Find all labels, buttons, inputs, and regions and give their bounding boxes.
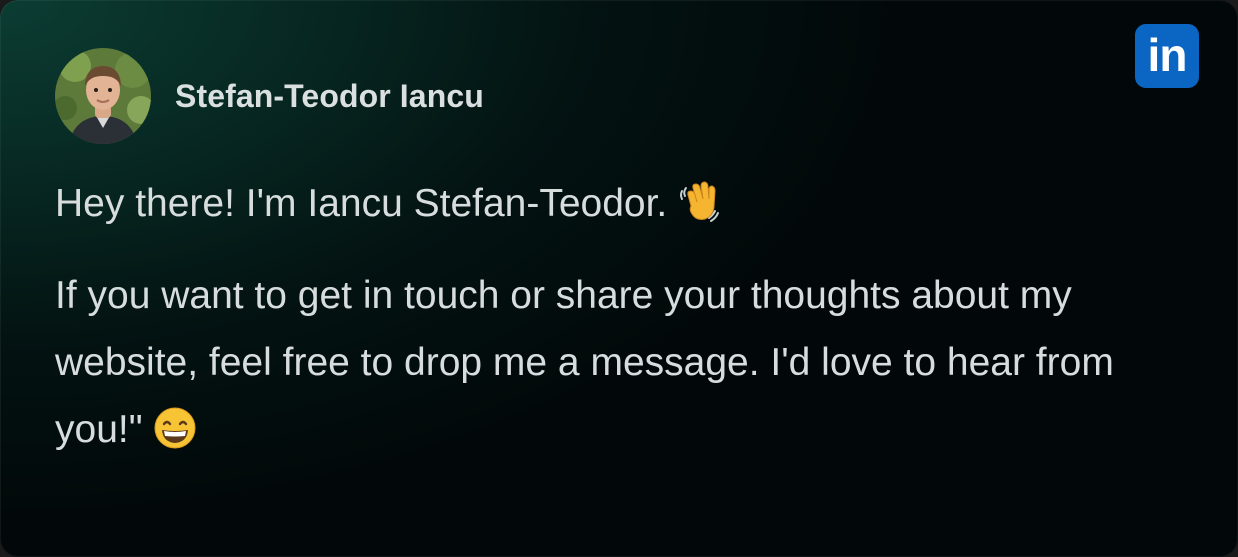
waving-hand-icon	[680, 181, 720, 222]
body-paragraph: If you want to get in touch or share you…	[55, 262, 1165, 463]
avatar[interactable]	[55, 48, 151, 144]
linkedin-icon[interactable]: in	[1135, 24, 1199, 88]
profile-card: Stefan-Teodor Iancu in Hey there! I'm Ia…	[0, 0, 1238, 557]
linkedin-label: in	[1147, 29, 1188, 81]
greeting-text: Hey there! I'm Iancu Stefan-Teodor.	[55, 182, 668, 225]
grinning-face-icon	[154, 407, 196, 449]
profile-name: Stefan-Teodor Iancu	[175, 77, 484, 114]
message-body: Hey there! I'm Iancu Stefan-Teodor. If y…	[55, 178, 1165, 463]
profile-photo	[55, 48, 151, 144]
body-text: If you want to get in touch or share you…	[55, 274, 1114, 451]
greeting-line: Hey there! I'm Iancu Stefan-Teodor.	[55, 178, 1165, 230]
profile-header: Stefan-Teodor Iancu	[55, 48, 484, 144]
